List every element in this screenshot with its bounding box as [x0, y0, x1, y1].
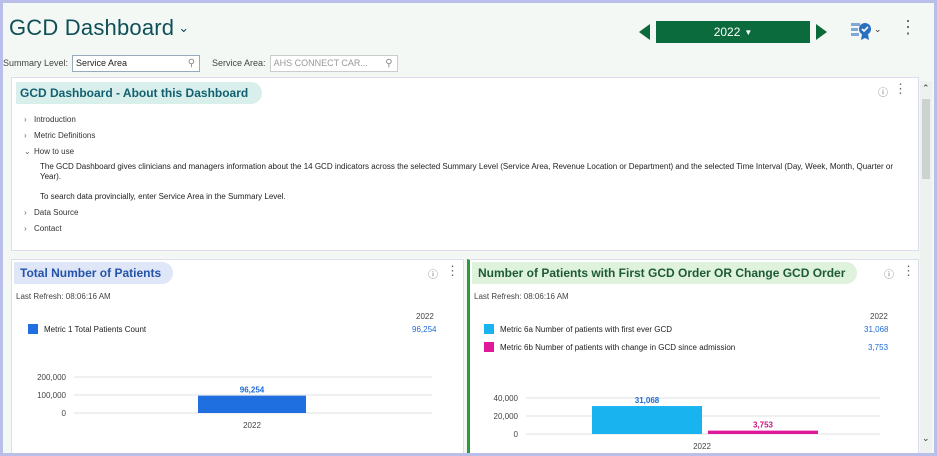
certification-menu-button[interactable]: ⌄: [850, 20, 882, 42]
scroll-up-icon[interactable]: ⌃: [922, 83, 930, 94]
year-column-header: 2022: [870, 312, 888, 321]
how-to-use-text: The GCD Dashboard gives clinicians and m…: [40, 162, 893, 181]
chevron-down-icon: ⌄: [24, 147, 31, 156]
accordion-contact[interactable]: › Contact: [24, 224, 62, 233]
scrollbar-thumb[interactable]: [922, 99, 930, 179]
y-tick-label: 20,000: [494, 412, 519, 421]
metric-1-value: 96,254: [412, 325, 437, 334]
section-label: Contact: [34, 224, 62, 233]
about-panel: GCD Dashboard - About this Dashboard ⓘ ⋮…: [11, 77, 919, 251]
info-icon[interactable]: ⓘ: [884, 266, 894, 281]
bar[interactable]: [592, 406, 702, 434]
total-patients-bar-chart: 200,000 100,000 0 96,254 2022: [37, 373, 432, 430]
year-column-header: 2022: [416, 312, 434, 321]
bar[interactable]: [198, 395, 306, 413]
chevron-down-icon: ⌄: [178, 20, 190, 35]
chevron-right-icon: ›: [24, 208, 27, 217]
data-label: 31,068: [635, 396, 660, 405]
page-scrollbar[interactable]: ⌃ ⌄: [920, 81, 932, 453]
filter-bar: Summary Level: Service Area ⚲ Service Ar…: [3, 54, 398, 72]
legend-swatch: [484, 324, 494, 334]
badge-icon: [851, 23, 871, 40]
panel-menu-icon[interactable]: ⋮: [902, 263, 915, 279]
total-patients-title: Total Number of Patients: [14, 262, 174, 284]
last-refresh-text: Last Refresh: 08:06:16 AM: [16, 292, 111, 301]
summary-level-input[interactable]: Service Area ⚲: [72, 54, 201, 72]
year-value: 2022: [713, 25, 741, 39]
y-tick-label: 40,000: [494, 394, 519, 403]
page-title: GCD Dashboard: [9, 15, 175, 40]
next-year-button[interactable]: [816, 24, 827, 40]
bar[interactable]: [708, 430, 818, 434]
dashboard-title-dropdown[interactable]: GCD Dashboard ⌄: [9, 15, 189, 41]
more-options-icon[interactable]: ⋮: [899, 17, 917, 38]
metric-label: Metric 6a Number of patients with first …: [500, 324, 673, 334]
section-label: Introduction: [34, 115, 76, 124]
y-tick-label: 100,000: [37, 391, 66, 400]
metric-6a-legend: Metric 6a Number of patients with first …: [484, 324, 672, 334]
metric-6b-value: 3,753: [868, 343, 889, 352]
metric-label: Metric 6b Number of patients with change…: [500, 342, 736, 352]
dashboard-window: GCD Dashboard ⌄ 2022 ▼ ⌄ ⋮ Summary Level: …: [3, 3, 934, 453]
how-to-use-provincial-text: To search data provincially, enter Servi…: [40, 192, 286, 201]
service-area-label: Service Area:: [212, 58, 266, 68]
metric-label: Metric 1 Total Patients Count: [44, 324, 147, 334]
section-label: How to use: [34, 147, 75, 156]
previous-year-button[interactable]: [639, 24, 650, 40]
y-tick-label: 0: [514, 430, 519, 439]
total-patients-card: Total Number of Patients ⓘ ⋮ Last Refres…: [11, 259, 464, 453]
year-navigator: 2022 ▼: [639, 21, 827, 43]
x-tick-label: 2022: [693, 442, 711, 451]
accordion-how-to-use[interactable]: ⌄ How to use: [24, 147, 74, 156]
accordion-introduction[interactable]: › Introduction: [24, 115, 76, 124]
first-or-change-gcd-bar-chart: 40,000 20,000 0 31,068 3,753 2022: [494, 394, 880, 451]
data-label: 96,254: [240, 386, 265, 395]
info-icon[interactable]: ⓘ: [878, 84, 888, 99]
metric-6a-value: 31,068: [864, 325, 889, 334]
last-refresh-text: Last Refresh: 08:06:16 AM: [474, 292, 569, 301]
service-area-value: AHS CONNECT CAR...: [273, 58, 368, 68]
legend-swatch: [484, 342, 494, 352]
summary-level-label: Summary Level:: [3, 58, 69, 68]
chevron-right-icon: ›: [24, 224, 27, 233]
first-or-change-gcd-title: Number of Patients with First GCD Order …: [472, 262, 858, 284]
first-or-change-gcd-card: Number of Patients with First GCD Order …: [467, 259, 919, 453]
about-panel-title: GCD Dashboard - About this Dashboard: [16, 82, 263, 104]
metric-6b-legend: Metric 6b Number of patients with change…: [484, 342, 735, 352]
search-icon[interactable]: ⚲: [188, 58, 195, 69]
caret-down-icon: ▼: [744, 27, 753, 37]
chevron-down-icon: ⌄: [874, 24, 882, 34]
scroll-down-icon[interactable]: ⌄: [922, 433, 930, 444]
section-label: Metric Definitions: [34, 131, 96, 140]
summary-level-value: Service Area: [76, 58, 128, 68]
data-label: 3,753: [753, 421, 774, 430]
chevron-right-icon: ›: [24, 131, 27, 140]
legend-swatch: [28, 324, 38, 334]
accordion-metric-definitions[interactable]: › Metric Definitions: [24, 131, 95, 140]
x-tick-label: 2022: [243, 421, 261, 430]
info-icon[interactable]: ⓘ: [428, 266, 438, 281]
y-tick-label: 0: [62, 409, 67, 418]
y-tick-label: 200,000: [37, 373, 66, 382]
service-area-input[interactable]: AHS CONNECT CAR... ⚲: [269, 54, 398, 72]
year-selector[interactable]: 2022 ▼: [656, 21, 810, 43]
search-icon[interactable]: ⚲: [385, 58, 392, 69]
panel-menu-icon[interactable]: ⋮: [894, 81, 907, 97]
chevron-right-icon: ›: [24, 115, 27, 124]
panel-menu-icon[interactable]: ⋮: [446, 263, 459, 279]
accordion-data-source[interactable]: › Data Source: [24, 208, 78, 217]
section-label: Data Source: [34, 208, 79, 217]
metric-1-legend: Metric 1 Total Patients Count: [28, 324, 146, 334]
